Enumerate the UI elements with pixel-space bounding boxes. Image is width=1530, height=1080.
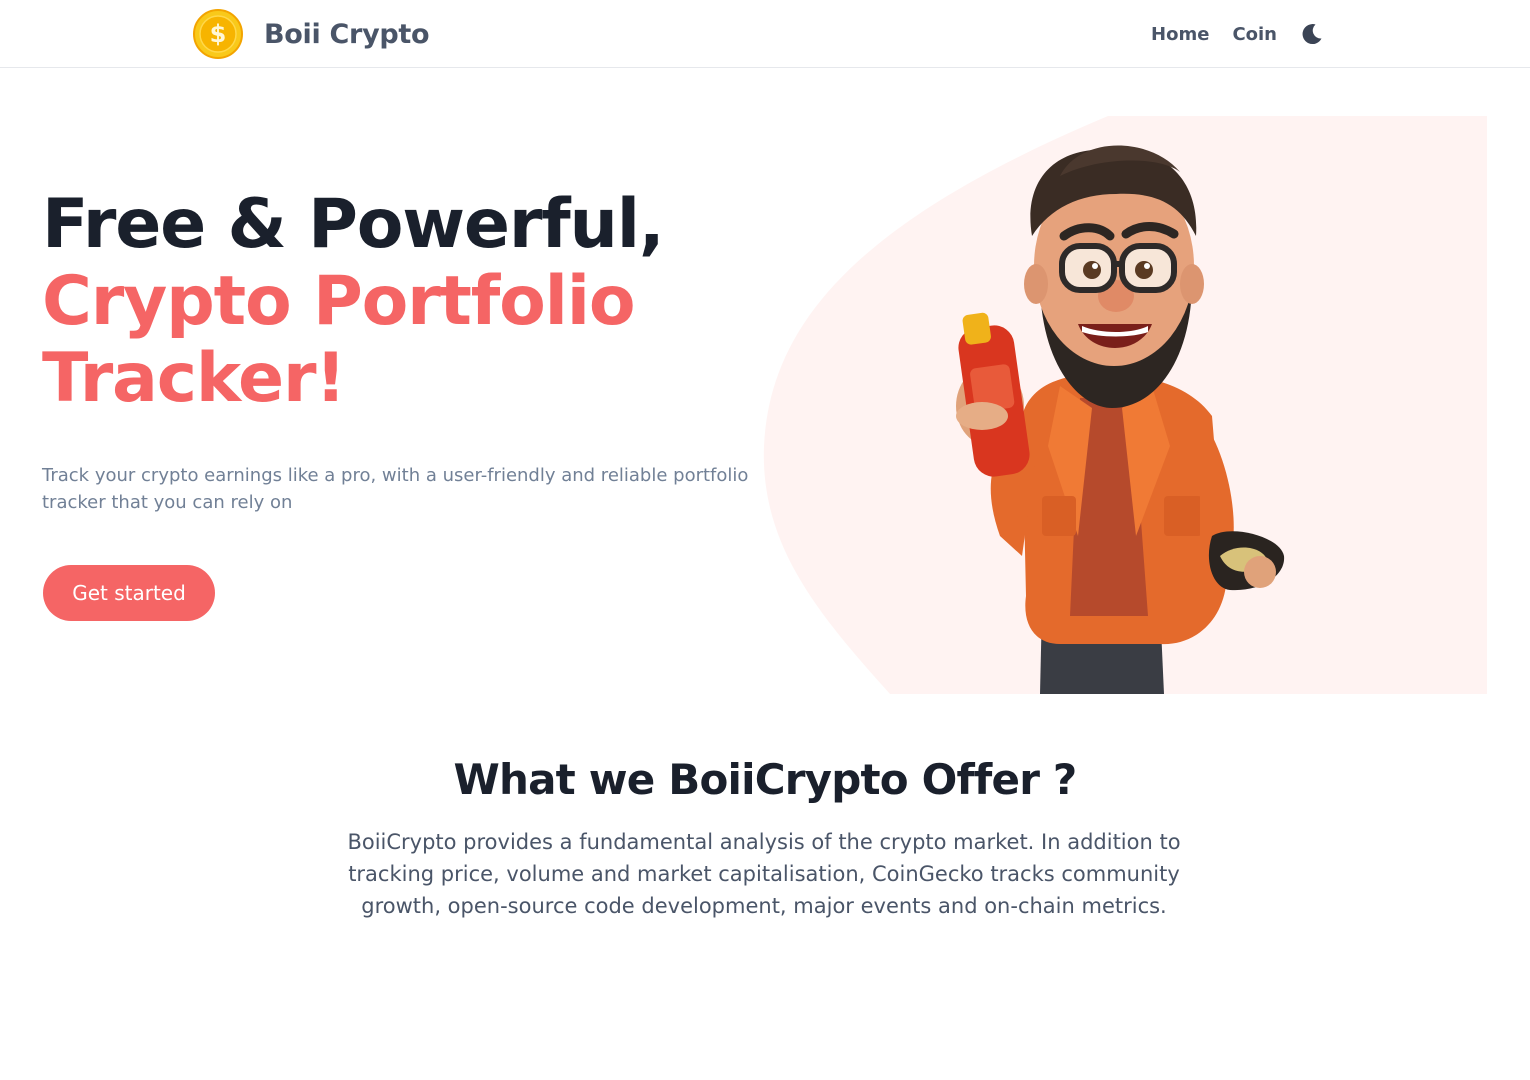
nav-coin-link[interactable]: Coin <box>1232 24 1277 45</box>
hero-title: Free & Powerful, Crypto Portfolio Tracke… <box>42 185 665 418</box>
hero-illustration <box>763 116 1487 694</box>
moon-icon[interactable] <box>1300 22 1324 46</box>
top-navbar: $ Boii Crypto Home Coin <box>0 0 1530 68</box>
nav-home-link[interactable]: Home <box>1151 24 1209 45</box>
get-started-button[interactable]: Get started <box>43 565 215 621</box>
dollar-coin-icon: $ <box>193 9 243 59</box>
hero-description: Track your crypto earnings like a pro, w… <box>42 465 749 513</box>
svg-text:$: $ <box>210 20 227 48</box>
hero-title-line-1: Free & Powerful, <box>42 185 665 264</box>
main-nav: Home Coin <box>1151 18 1324 50</box>
brand[interactable]: $ Boii Crypto <box>193 9 430 59</box>
hero-title-line-3: Tracker! <box>42 339 346 418</box>
offer-section-title: What we BoiiCrypto Offer ? <box>453 755 1077 804</box>
hero-title-line-2: Crypto Portfolio <box>42 262 636 341</box>
offer-section-description: BoiiCrypto provides a fundamental analys… <box>347 830 1181 918</box>
brand-name: Boii Crypto <box>264 18 430 50</box>
